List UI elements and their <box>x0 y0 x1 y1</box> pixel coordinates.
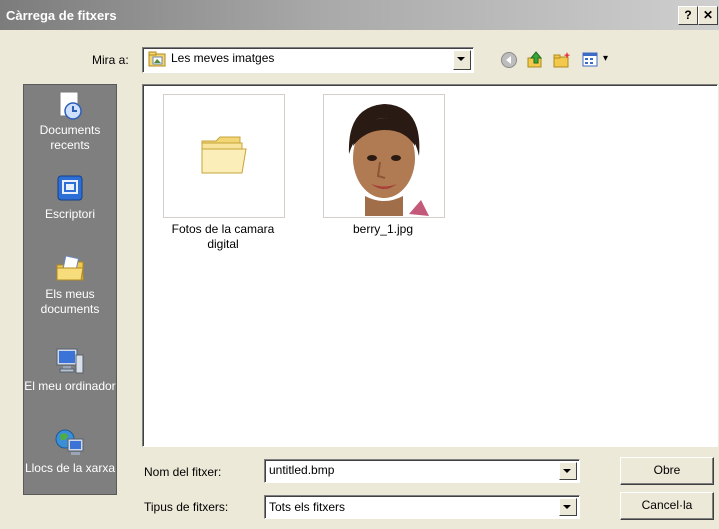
filename-label: Nom del fitxer: <box>144 465 222 479</box>
filetype-value: Tots els fitxers <box>269 500 346 514</box>
places-item-label: Llocs de la xarxa <box>24 461 116 475</box>
new-folder-icon[interactable] <box>553 51 571 69</box>
filename-dropdown-arrow[interactable] <box>559 462 577 480</box>
desktop-icon <box>57 175 83 201</box>
places-item-my-computer[interactable]: El meu ordinador <box>24 345 116 394</box>
filetype-dropdown[interactable]: Tots els fitxers <box>264 495 580 519</box>
look-in-dropdown[interactable]: Les meves imatges <box>142 47 474 73</box>
places-item-label: Els meus documents <box>40 287 100 316</box>
help-button[interactable]: ? <box>678 6 698 25</box>
file-list-view[interactable]: Fotos de la camara digital berry_1.jpg <box>142 84 718 447</box>
look-in-value: Les meves imatges <box>171 51 275 65</box>
views-menu-icon[interactable] <box>582 51 602 69</box>
title-bar[interactable]: Càrrega de fitxers ? ✕ <box>0 0 719 30</box>
file-name: Fotos de la camara digital <box>171 222 275 251</box>
views-dropdown-arrow[interactable]: ▾ <box>603 53 608 64</box>
file-thumbnail[interactable] <box>323 94 445 218</box>
open-button[interactable]: Obre <box>620 457 714 485</box>
my-computer-icon <box>56 348 84 374</box>
file-thumbnail[interactable] <box>163 94 285 218</box>
file-name: berry_1.jpg <box>352 222 414 236</box>
portrait-photo-icon <box>325 96 443 216</box>
filetype-dropdown-arrow[interactable] <box>559 498 577 516</box>
folder-icon <box>201 136 247 174</box>
places-item-my-documents[interactable]: Els meus documents <box>24 253 116 317</box>
places-item-desktop[interactable]: Escriptori <box>24 173 116 222</box>
cancel-button[interactable]: Cancel·la <box>620 492 714 520</box>
places-item-label: El meu ordinador <box>24 379 116 393</box>
places-item-label: Escriptori <box>44 207 95 221</box>
filename-input[interactable]: untitled.bmp <box>264 459 580 483</box>
look-in-label: Mira a: <box>92 53 129 67</box>
look-in-dropdown-arrow[interactable] <box>453 50 471 70</box>
back-icon[interactable] <box>500 51 518 69</box>
places-item-recent-documents[interactable]: Documents recents <box>24 89 116 153</box>
recent-documents-icon <box>59 91 82 120</box>
window-title: Càrrega de fitxers <box>6 8 117 23</box>
filetype-label: Tipus de fitxers: <box>144 500 229 514</box>
close-button[interactable]: ✕ <box>698 6 718 25</box>
up-folder-icon[interactable] <box>526 51 544 69</box>
places-item-network-places[interactable]: Llocs de la xarxa <box>24 427 116 476</box>
places-bar: Documents recents Escriptori Els meus do… <box>23 84 117 495</box>
my-documents-icon <box>56 255 84 281</box>
filename-value: untitled.bmp <box>269 463 335 477</box>
pictures-folder-icon <box>148 51 166 67</box>
network-places-icon <box>55 429 84 455</box>
places-item-label: Documents recents <box>39 123 101 152</box>
file-open-dialog: Càrrega de fitxers ? ✕ Mira a: Les meves… <box>0 0 719 529</box>
